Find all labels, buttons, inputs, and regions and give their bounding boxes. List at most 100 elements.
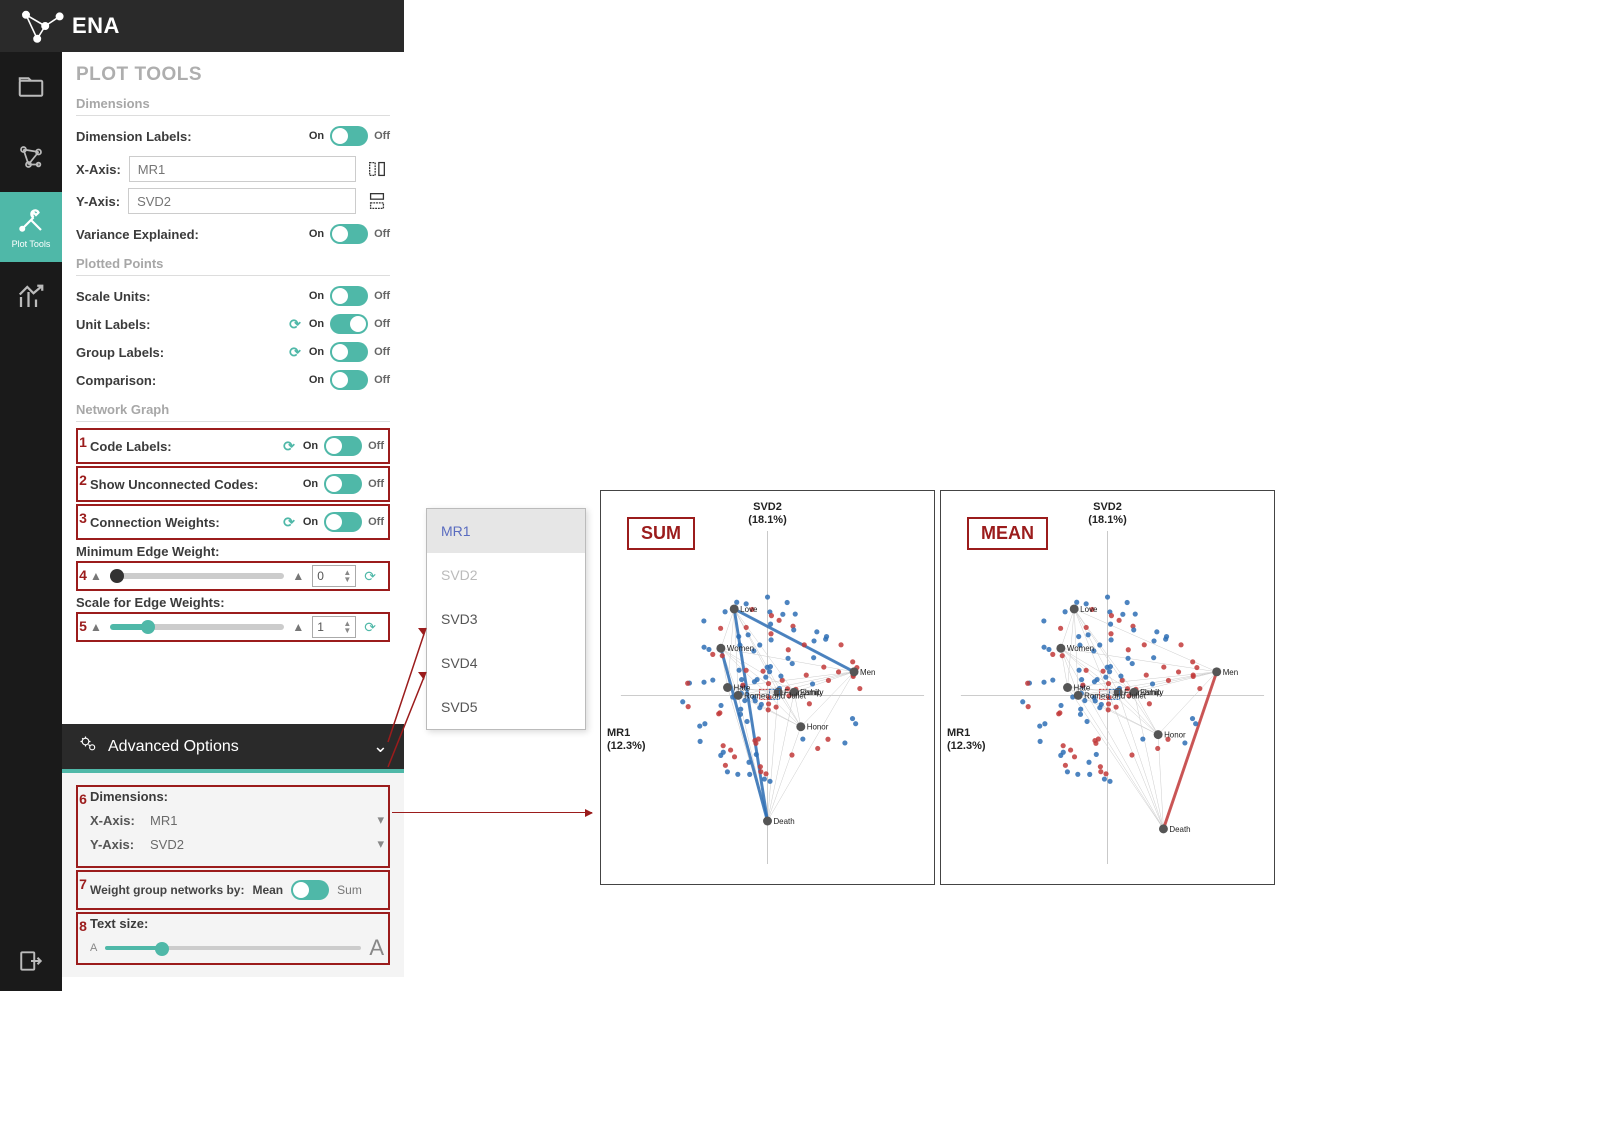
logo: ENA (18, 8, 120, 44)
dd-item-svd4[interactable]: SVD4 (427, 641, 585, 685)
scale-units-toggle[interactable] (330, 286, 368, 306)
adv-y-value: SVD2 (150, 837, 377, 852)
advanced-options-header[interactable]: Advanced Options ⌄ (62, 724, 404, 769)
x-axis-input[interactable] (129, 156, 356, 182)
adv-x-value: MR1 (150, 813, 377, 828)
off-text: Off (374, 228, 390, 240)
sidebar-nav: Plot Tools (0, 52, 62, 991)
refresh-icon[interactable]: ⟳ (283, 514, 295, 531)
chevron-down-icon[interactable]: ⌄ (373, 736, 388, 757)
y-axis-label: Y-Axis: (76, 194, 120, 209)
adv-x-axis[interactable]: X-Axis: MR1 ▾ (90, 808, 384, 832)
adv-y-label: Y-Axis: (90, 837, 150, 852)
logo-network-icon (18, 8, 66, 44)
refresh-icon[interactable]: ⟳ (364, 619, 376, 636)
code-labels-toggle[interactable] (324, 436, 362, 456)
panel-title: PLOT TOOLS (76, 64, 390, 86)
svg-text:Death: Death (1169, 825, 1190, 834)
tools-icon (16, 205, 46, 235)
variance-toggle[interactable] (330, 224, 368, 244)
svg-text:Men: Men (860, 668, 875, 677)
group-labels-toggle[interactable] (330, 342, 368, 362)
flip-horizontal-icon[interactable] (364, 156, 390, 182)
annot-2: 2 Show Unconnected Codes: On Off (76, 466, 390, 502)
off-text: Off (368, 516, 384, 528)
unit-labels-toggle[interactable] (330, 314, 368, 334)
chart-trend-icon (16, 282, 46, 312)
plot-sum: SUM SVD2(18.1%) MR1(12.3%) LoveWomenMenH… (600, 490, 935, 885)
annot-num: 6 (76, 791, 90, 807)
svg-text:Honor: Honor (807, 723, 829, 732)
min-edge-stepper[interactable]: ▲▼ (343, 569, 351, 583)
refresh-icon[interactable]: ⟳ (283, 438, 295, 455)
nav-projects[interactable] (0, 52, 62, 122)
nav-stats[interactable] (0, 262, 62, 332)
dimension-labels-toggle[interactable] (330, 126, 368, 146)
dd-item-svd2[interactable]: SVD2 (427, 553, 585, 597)
ena-app: ENA Plot Tools (0, 0, 404, 991)
text-size-large-a: A (369, 935, 384, 961)
text-size-slider[interactable] (105, 946, 361, 950)
network-icon (16, 142, 46, 172)
row-scale-units: Scale Units: On Off (76, 282, 390, 310)
weight-by-mean: Mean (252, 883, 283, 897)
scale-edge-inc[interactable]: ▲ (292, 620, 304, 634)
on-text: On (309, 318, 324, 330)
adv-dimensions-label: Dimensions: (90, 789, 384, 804)
nav-plot-tools[interactable]: Plot Tools (0, 192, 62, 262)
min-edge-inc[interactable]: ▲ (292, 569, 304, 583)
flip-vertical-icon[interactable] (364, 188, 390, 214)
off-text: Off (374, 374, 390, 386)
scale-edge-label: Scale for Edge Weights: (76, 595, 390, 610)
svg-text:Love: Love (1080, 605, 1098, 614)
dd-item-svd5[interactable]: SVD5 (427, 685, 585, 729)
refresh-icon[interactable]: ⟳ (364, 568, 376, 585)
on-text: On (309, 290, 324, 302)
svg-text:Women: Women (1067, 644, 1094, 653)
plot-mean-svg: LoveWomenMenHateFriendshipFamilyRomeo an… (941, 491, 1274, 884)
comparison-toggle[interactable] (330, 370, 368, 390)
scale-edge-stepper[interactable]: ▲▼ (343, 620, 351, 634)
weight-by-toggle[interactable] (291, 880, 329, 900)
refresh-icon[interactable]: ⟳ (289, 344, 301, 361)
annot-5: 5 ▲ ▲ 1 ▲▼ ⟳ (76, 612, 390, 642)
dd-item-mr1[interactable]: MR1 (427, 509, 585, 553)
scale-edge-slider[interactable] (110, 624, 284, 630)
advanced-options-body: 6 Dimensions: X-Axis: MR1 ▾ Y-Axis: SVD2… (62, 769, 404, 977)
code-labels-label: Code Labels: (90, 439, 283, 454)
group-labels-label: Group Labels: (76, 345, 289, 360)
text-size-label: Text size: (90, 916, 384, 931)
nav-model[interactable] (0, 122, 62, 192)
plot-mean: MEAN SVD2(18.1%) MR1(12.3%) LoveWomenMen… (940, 490, 1275, 885)
section-plotted-points: Plotted Points (76, 256, 390, 276)
min-edge-dec[interactable]: ▲ (90, 569, 102, 583)
svg-text:Men: Men (1223, 668, 1238, 677)
nav-logout[interactable] (0, 931, 62, 991)
scale-edge-value: 1 (317, 620, 324, 634)
dd-item-svd3[interactable]: SVD3 (427, 597, 585, 641)
arrow-6-to-dropdown (388, 622, 434, 752)
plot-sum-svg: LoveWomenMenHateFriendshipFamilyRomeo an… (601, 491, 934, 884)
annot-4: 4 ▲ ▲ 0 ▲▼ ⟳ (76, 561, 390, 591)
refresh-icon[interactable]: ⟳ (289, 316, 301, 333)
row-comparison: Comparison: On Off (76, 366, 390, 394)
caret-down-icon[interactable]: ▾ (377, 836, 384, 852)
conn-weights-toggle[interactable] (324, 512, 362, 532)
row-x-axis: X-Axis: (76, 156, 390, 182)
plot-tools-panel: PLOT TOOLS Dimensions Dimension Labels: … (62, 52, 404, 991)
show-unconnected-toggle[interactable] (324, 474, 362, 494)
annot-3: 3 Connection Weights: ⟳ On Off (76, 504, 390, 540)
caret-down-icon[interactable]: ▾ (377, 812, 384, 828)
comparison-label: Comparison: (76, 373, 309, 388)
min-edge-slider[interactable] (110, 573, 284, 579)
annot-num: 4 (76, 567, 90, 583)
brand-text: ENA (72, 13, 120, 39)
scale-edge-dec[interactable]: ▲ (90, 620, 102, 634)
on-text: On (303, 478, 318, 490)
off-text: Off (368, 440, 384, 452)
adv-y-axis[interactable]: Y-Axis: SVD2 ▾ (90, 832, 384, 856)
on-text: On (309, 374, 324, 386)
annot-1: 1 Code Labels: ⟳ On Off (76, 428, 390, 464)
y-axis-input[interactable] (128, 188, 356, 214)
unit-labels-label: Unit Labels: (76, 317, 289, 332)
